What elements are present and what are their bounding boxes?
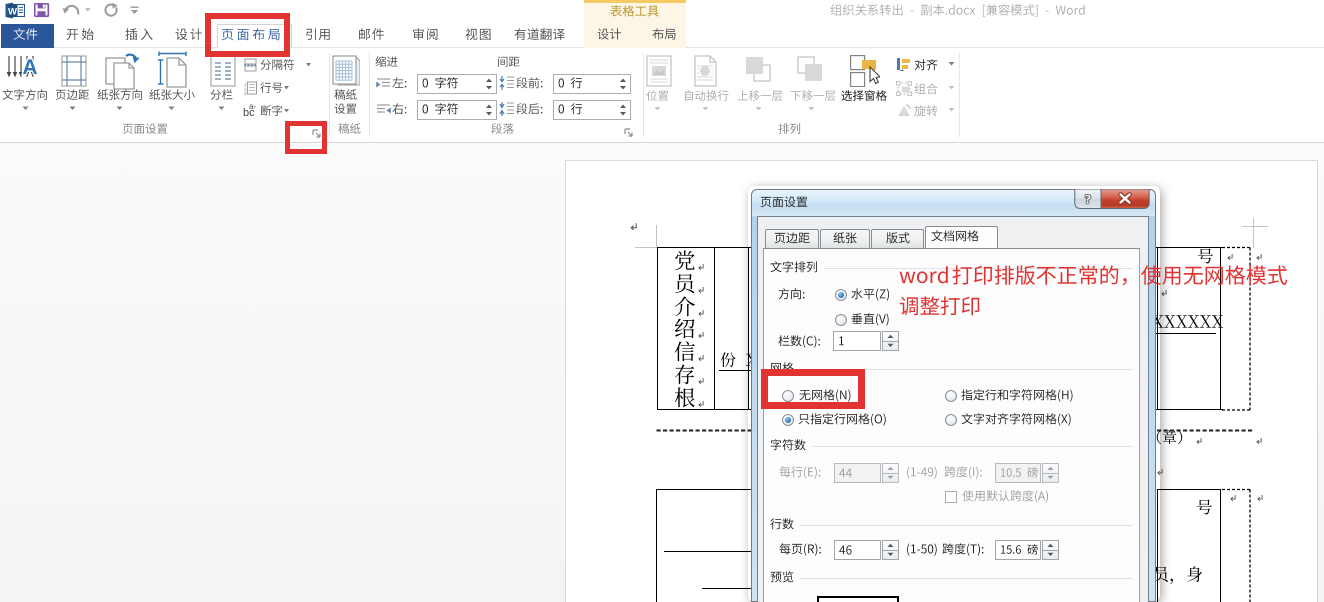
svg-text:A: A (22, 56, 37, 79)
svg-text:a-: a- (249, 103, 256, 111)
svg-text:W: W (8, 6, 17, 17)
svg-text:3: 3 (244, 91, 247, 95)
svg-text:?: ? (1085, 192, 1092, 207)
